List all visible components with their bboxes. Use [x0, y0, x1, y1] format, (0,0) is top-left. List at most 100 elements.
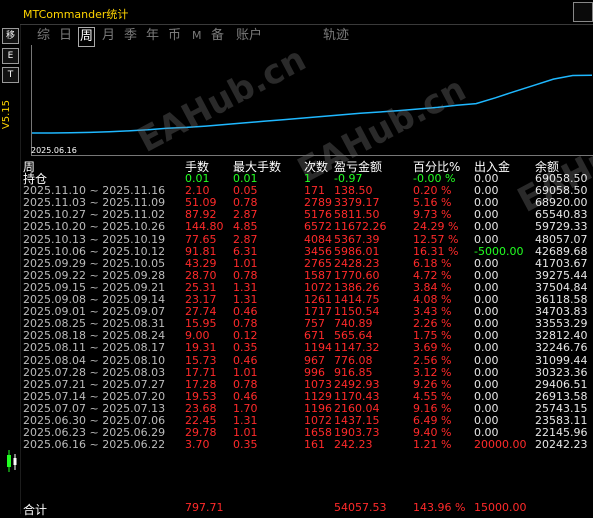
cell-pnl: 242.23 [334, 438, 373, 452]
cell-lots: 91.81 [185, 244, 217, 258]
table-row: 2025.10.20 ~ 2025.10.26 144.80 4.85 6572 116… [23, 221, 593, 233]
table-row: 2025.08.04 ~ 2025.08.10 15.73 0.46 967 776.0… [23, 353, 593, 367]
cell-lots: 43.29 [185, 256, 217, 270]
tab-overview[interactable]: 综 [35, 27, 52, 45]
cell-period: 2025.10.20 ~ 2025.10.26 [23, 220, 166, 234]
cell-pnl: 2492.93 [334, 377, 380, 391]
equity-chart-svg [32, 74, 593, 134]
tab-year[interactable]: 年 [144, 27, 161, 45]
title-bar: MTCommander统计 [20, 0, 593, 25]
cell-inout: 0.00 [474, 377, 499, 391]
window-title: MTCommander统计 [23, 8, 129, 21]
tab-track[interactable]: 轨迹 [321, 27, 351, 45]
cell-inout: 0.00 [474, 353, 499, 367]
table-row: 2025.06.16 ~ 2025.06.22 3.70 0.35 161 242.23… [23, 439, 593, 451]
cell-pct: 3.12 % [413, 365, 452, 379]
cell-pct: 2.56 % [413, 353, 452, 367]
cell-lots: 15.73 [185, 353, 217, 367]
cell-pnl: 1170.43 [334, 389, 380, 403]
cell-inout: 0.00 [474, 365, 499, 379]
tab-day[interactable]: 日 [57, 27, 74, 45]
cell-period: 2025.09.29 ~ 2025.10.05 [23, 256, 166, 270]
cell-inout: 20000.00 [474, 438, 527, 452]
cell-pnl: 5986.01 [334, 244, 380, 258]
cell-period: 2025.08.11 ~ 2025.08.17 [23, 341, 166, 355]
cell-count: 161 [304, 438, 325, 452]
cell-lots: 77.65 [185, 232, 217, 246]
table-row: 2025.10.13 ~ 2025.10.19 77.65 2.87 4084 5367… [23, 232, 593, 246]
total-row: 合计 797.71 54057.53 143.96 % 15000.00 [23, 500, 593, 517]
tab-comment[interactable]: 备 [209, 27, 226, 45]
cell-pct: 24.29 % [413, 220, 459, 234]
cell-pct: 4.55 % [413, 389, 452, 403]
cell-pct: 3.69 % [413, 341, 452, 355]
cell-balance: 32246.76 [535, 341, 588, 355]
candlestick-icon [7, 450, 17, 472]
cell-count: 6572 [304, 220, 332, 234]
table-row: 2025.07.21 ~ 2025.07.27 17.28 0.78 1073 2492… [23, 377, 593, 391]
tab-month[interactable]: 月 [100, 27, 117, 45]
cell-balance: 59729.33 [535, 220, 588, 234]
cell-max-lots: 2.87 [233, 232, 258, 246]
cell-balance: 30323.36 [535, 365, 588, 379]
cell-period: 2025.07.21 ~ 2025.07.27 [23, 377, 166, 391]
cell-max-lots: 6.31 [233, 244, 258, 258]
tab-bar: 综 日 周 月 季 年 币 M 备 账户 轨迹 [20, 26, 593, 47]
total-pnl: 54057.53 [334, 501, 387, 514]
tab-symbol[interactable]: 币 [166, 27, 183, 45]
cell-pnl: 2428.23 [334, 256, 380, 270]
cell-count: 996 [304, 365, 325, 379]
cell-lots: 3.70 [185, 438, 210, 452]
tab-magic[interactable]: M [190, 27, 204, 45]
cell-inout: 0.00 [474, 232, 499, 246]
e-button[interactable]: E [2, 48, 19, 64]
equity-chart [31, 45, 593, 156]
equity-line [32, 74, 593, 134]
cell-pct: 9.26 % [413, 377, 452, 391]
cell-pnl: 776.08 [334, 353, 373, 367]
cell-inout: -5000.00 [474, 244, 524, 258]
cell-count: 3456 [304, 244, 332, 258]
total-inout: 15000.00 [474, 501, 527, 514]
cell-inout: 0.00 [474, 389, 499, 403]
cell-period: 2025.10.13 ~ 2025.10.19 [23, 232, 166, 246]
cell-max-lots: 0.35 [233, 341, 258, 355]
cell-period: 2025.07.14 ~ 2025.07.20 [23, 389, 166, 403]
cell-period: 2025.08.04 ~ 2025.08.10 [23, 353, 166, 367]
cell-max-lots: 0.46 [233, 353, 258, 367]
total-label: 合计 [23, 503, 48, 517]
cell-pct: 1.21 % [413, 438, 452, 452]
tab-week[interactable]: 周 [78, 27, 96, 47]
t-button[interactable]: T [2, 67, 19, 83]
cell-period: 2025.06.16 ~ 2025.06.22 [23, 438, 166, 452]
cell-count: 4084 [304, 232, 332, 246]
cell-max-lots: 0.46 [233, 389, 258, 403]
cell-inout: 0.00 [474, 256, 499, 270]
cell-pnl: 1147.32 [334, 341, 380, 355]
cell-pnl: 11672.26 [334, 220, 387, 234]
move-button[interactable]: 移 [2, 28, 19, 44]
cell-lots: 144.80 [185, 220, 224, 234]
cell-pct: 12.57 % [413, 232, 459, 246]
cell-period: 2025.07.28 ~ 2025.08.03 [23, 365, 166, 379]
cell-pnl: 916.85 [334, 365, 373, 379]
table-row: 2025.08.11 ~ 2025.08.17 19.31 0.35 1194 1147… [23, 342, 593, 354]
total-lots: 797.71 [185, 501, 224, 514]
cell-max-lots: 1.01 [233, 256, 258, 270]
tab-quarter[interactable]: 季 [122, 27, 139, 45]
close-button[interactable] [573, 2, 593, 22]
cell-period: 2025.10.06 ~ 2025.10.12 [23, 244, 166, 258]
cell-count: 2765 [304, 256, 332, 270]
cell-max-lots: 0.35 [233, 438, 258, 452]
cell-inout: 0.00 [474, 220, 499, 234]
tab-account[interactable]: 账户 [234, 27, 264, 45]
cell-lots: 19.31 [185, 341, 217, 355]
stats-table: 周 手数 最大手数 次数 盈亏金额 百分比% 出入金 余额 持仓 0.01 0.… [23, 161, 593, 451]
cell-max-lots: 1.01 [233, 365, 258, 379]
left-toolbar: 移 E T V5.15 [0, 0, 21, 514]
table-row: 2025.07.28 ~ 2025.08.03 17.71 1.01 996 916.8… [23, 365, 593, 379]
cell-pct: 6.18 % [413, 256, 452, 270]
cell-balance: 20242.23 [535, 438, 588, 452]
cell-balance: 31099.44 [535, 353, 588, 367]
cell-pct: 16.31 % [413, 244, 459, 258]
